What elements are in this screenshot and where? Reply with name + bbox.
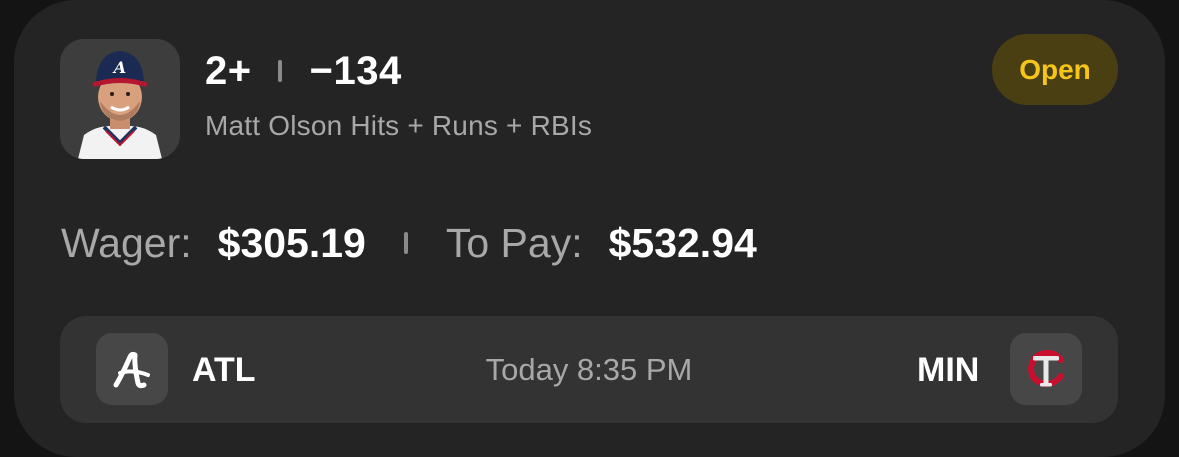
wager-label: Wager: bbox=[61, 219, 192, 266]
status-badge: Open bbox=[992, 34, 1118, 105]
divider bbox=[403, 232, 408, 254]
player-avatar: A bbox=[60, 39, 180, 159]
bet-market: Matt Olson Hits + Runs + RBIs bbox=[205, 110, 593, 141]
wager-amount: $305.19 bbox=[217, 219, 366, 266]
twins-tc-logo-icon bbox=[1010, 333, 1082, 405]
to-pay-label: To Pay: bbox=[445, 219, 583, 266]
bet-card[interactable]: A 2+ −134 Matt Olson Hits + Runs + RBIs … bbox=[14, 0, 1165, 457]
to-pay-amount: $532.94 bbox=[608, 219, 757, 266]
game-info-bar[interactable]: ATL Today 8:35 PM MIN bbox=[60, 316, 1118, 423]
bet-odds: −134 bbox=[309, 48, 402, 93]
divider bbox=[277, 60, 282, 82]
svg-text:A: A bbox=[112, 58, 126, 77]
away-team-abbr: MIN bbox=[917, 351, 980, 389]
bet-line: 2+ bbox=[205, 48, 252, 93]
bet-headline: 2+ −134 bbox=[205, 48, 402, 94]
payout-row: Wager: $305.19 To Pay: $532.94 bbox=[61, 216, 757, 270]
